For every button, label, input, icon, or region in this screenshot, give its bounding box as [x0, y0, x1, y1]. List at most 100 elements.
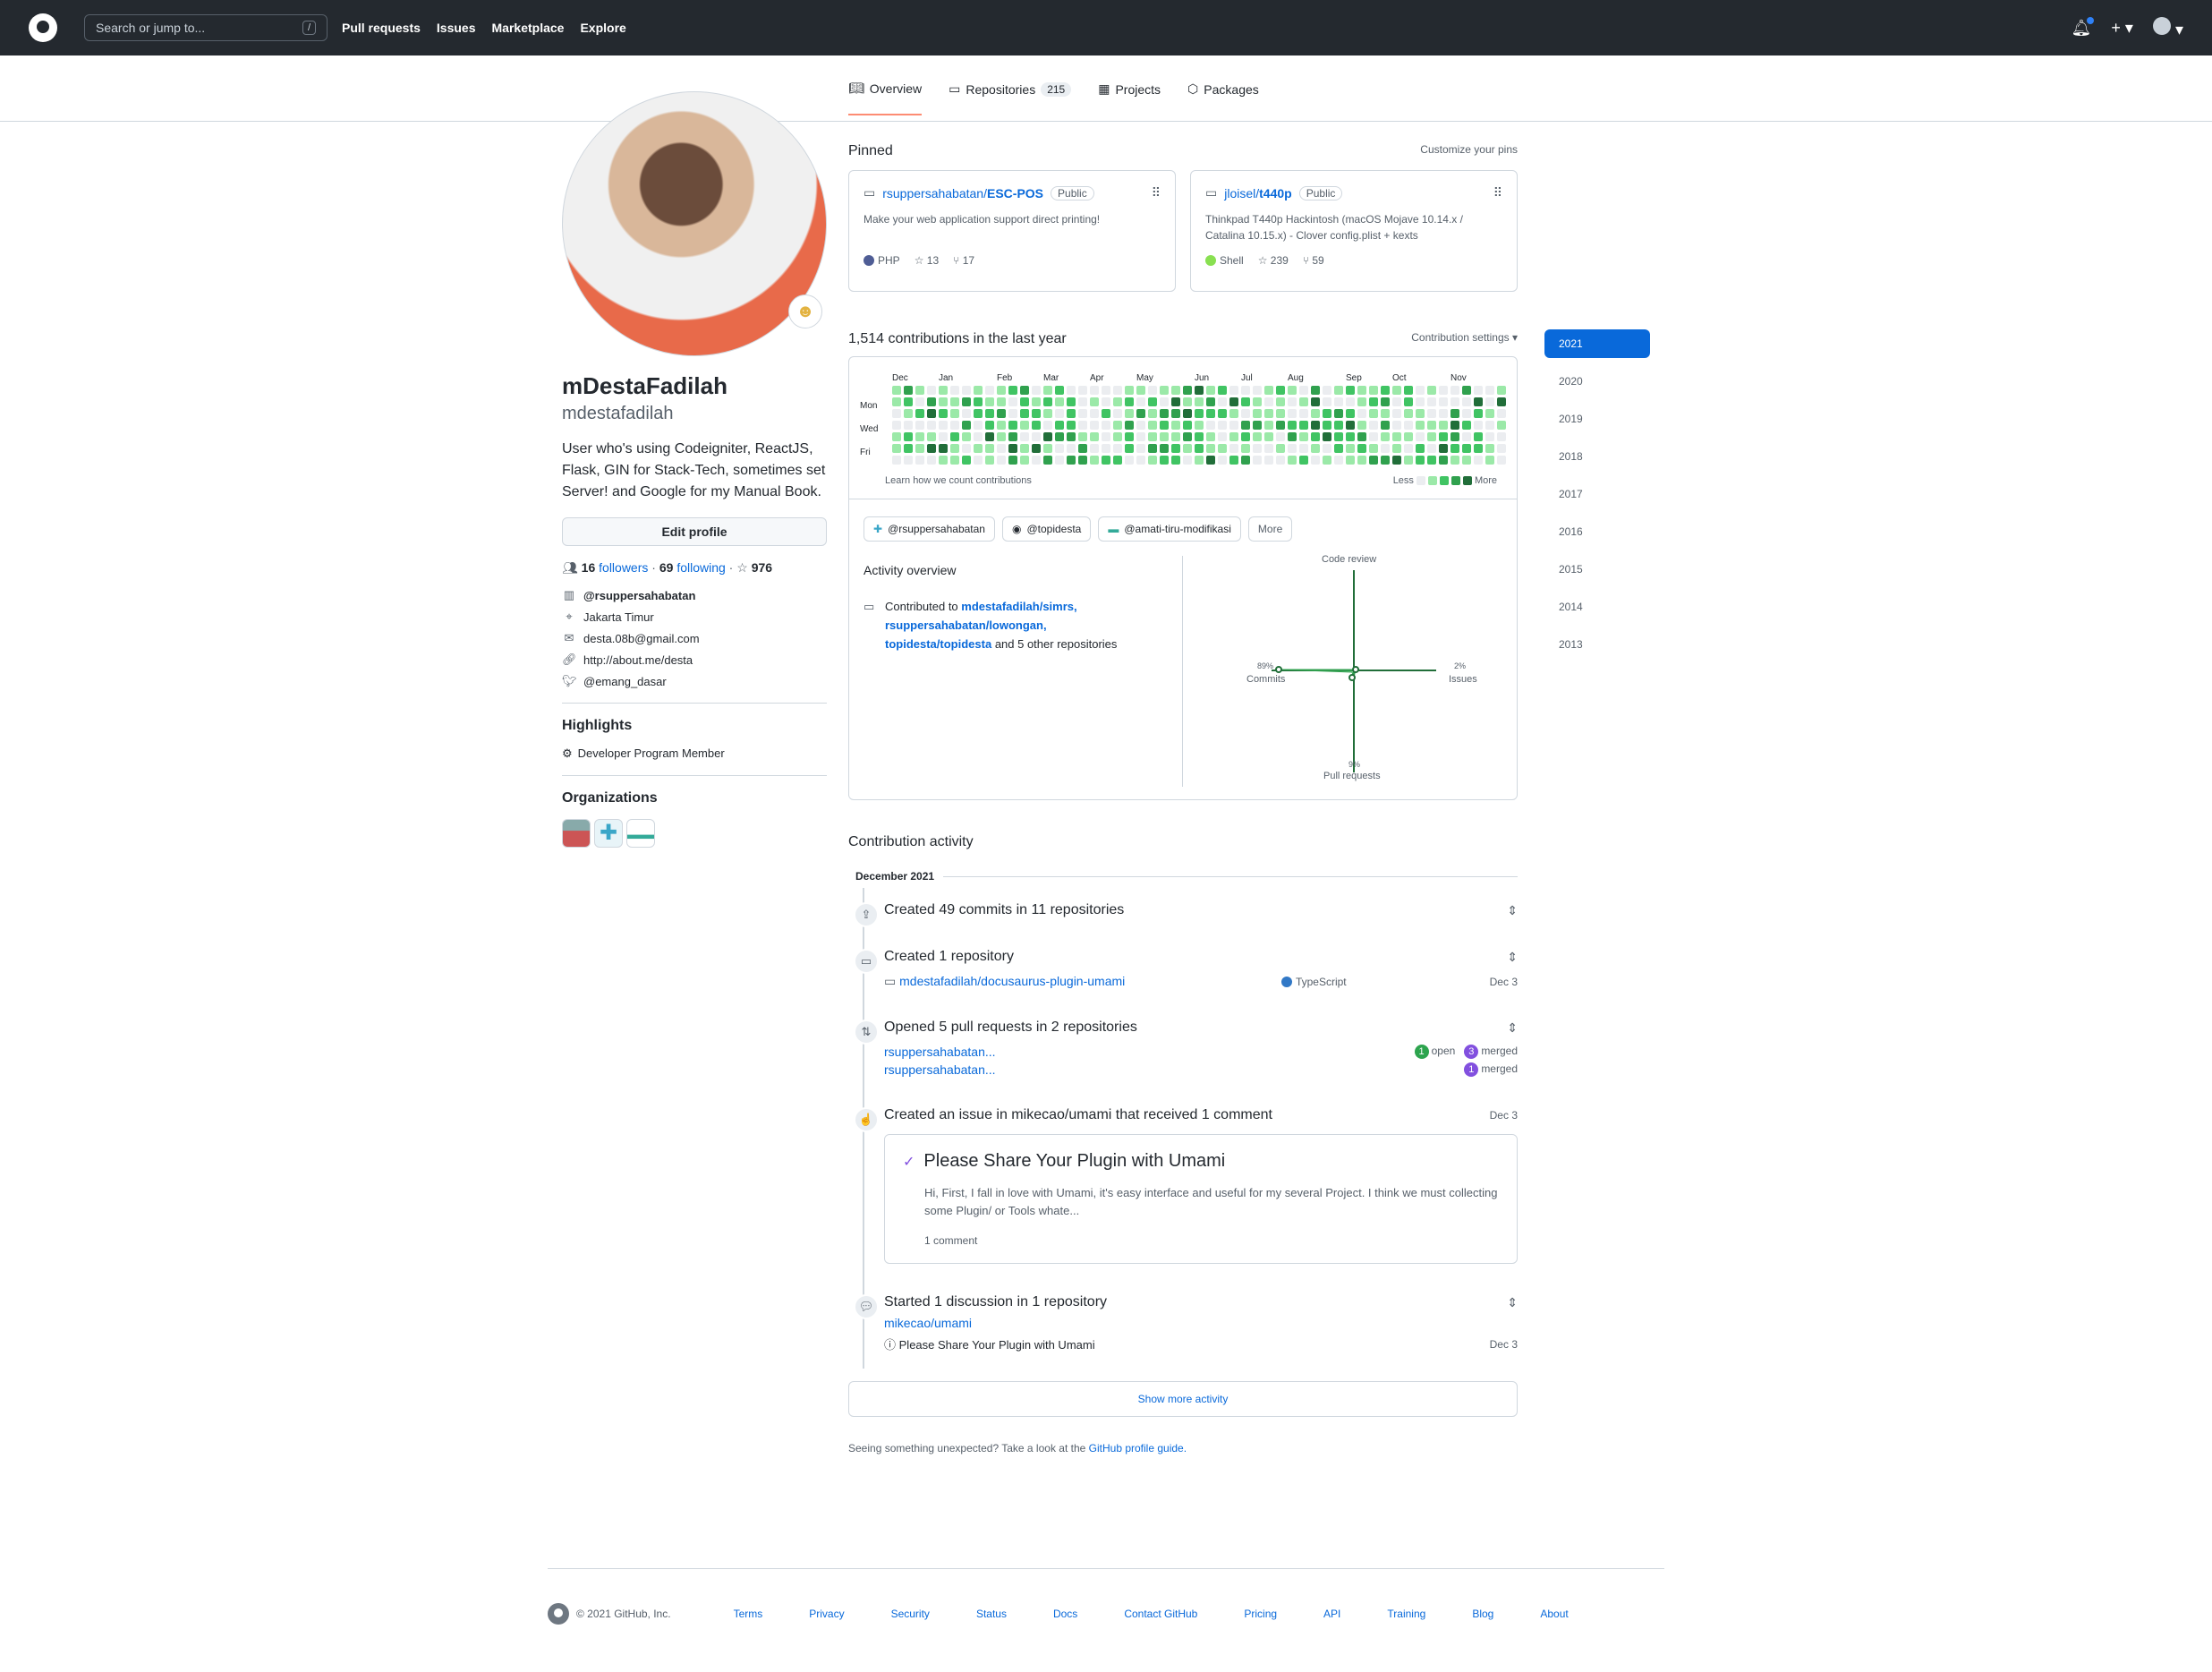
calendar-day[interactable] — [1497, 456, 1506, 465]
calendar-day[interactable] — [1136, 397, 1145, 406]
calendar-day[interactable] — [1206, 444, 1215, 453]
website-link[interactable]: http://about.me/desta — [583, 653, 693, 667]
calendar-day[interactable] — [1369, 432, 1378, 441]
calendar-day[interactable] — [1171, 432, 1180, 441]
calendar-day[interactable] — [1288, 409, 1297, 418]
calendar-day[interactable] — [962, 421, 971, 430]
calendar-day[interactable] — [1346, 397, 1355, 406]
calendar-day[interactable] — [1462, 386, 1471, 395]
calendar-day[interactable] — [1462, 421, 1471, 430]
calendar-day[interactable] — [1020, 397, 1029, 406]
calendar-day[interactable] — [997, 421, 1006, 430]
calendar-day[interactable] — [892, 456, 901, 465]
calendar-day[interactable] — [1299, 386, 1308, 395]
calendar-day[interactable] — [1334, 456, 1343, 465]
org-filter-topidesta[interactable]: ◉ @topidesta — [1001, 516, 1092, 542]
calendar-day[interactable] — [927, 456, 936, 465]
calendar-day[interactable] — [1288, 421, 1297, 430]
tab-overview[interactable]: 📖︎ Overview — [848, 81, 923, 115]
calendar-day[interactable] — [1241, 386, 1250, 395]
calendar-day[interactable] — [1416, 421, 1425, 430]
calendar-day[interactable] — [1288, 456, 1297, 465]
calendar-day[interactable] — [1229, 397, 1238, 406]
plus-icon[interactable]: + ▾ — [2111, 19, 2133, 38]
calendar-day[interactable] — [1020, 432, 1029, 441]
calendar-day[interactable] — [1043, 432, 1052, 441]
calendar-day[interactable] — [1404, 444, 1413, 453]
calendar-day[interactable] — [1020, 456, 1029, 465]
calendar-day[interactable] — [1183, 409, 1192, 418]
calendar-day[interactable] — [1299, 456, 1308, 465]
calendar-day[interactable] — [1416, 444, 1425, 453]
calendar-day[interactable] — [1113, 397, 1122, 406]
calendar-day[interactable] — [1183, 456, 1192, 465]
calendar-day[interactable] — [915, 397, 924, 406]
calendar-day[interactable] — [974, 432, 983, 441]
calendar-day[interactable] — [974, 444, 983, 453]
calendar-day[interactable] — [974, 386, 983, 395]
calendar-day[interactable] — [1032, 386, 1041, 395]
calendar-day[interactable] — [1323, 432, 1331, 441]
calendar-day[interactable] — [1078, 386, 1087, 395]
calendar-day[interactable] — [1381, 456, 1390, 465]
calendar-day[interactable] — [927, 421, 936, 430]
calendar-day[interactable] — [1136, 444, 1145, 453]
highlight-item[interactable]: ⚙ Developer Program Member — [562, 746, 827, 761]
calendar-day[interactable] — [1241, 444, 1250, 453]
calendar-day[interactable] — [1078, 409, 1087, 418]
calendar-day[interactable] — [950, 432, 959, 441]
year-2015[interactable]: 2015 — [1544, 555, 1650, 584]
calendar-day[interactable] — [1311, 456, 1320, 465]
calendar-day[interactable] — [1090, 432, 1099, 441]
nav-issues[interactable]: Issues — [437, 21, 476, 35]
calendar-day[interactable] — [1032, 409, 1041, 418]
calendar-day[interactable] — [915, 409, 924, 418]
calendar-day[interactable] — [1090, 409, 1099, 418]
repo-forks[interactable]: ⑂ 59 — [1303, 254, 1324, 267]
following-link[interactable]: 69 following — [659, 560, 726, 575]
unfold-icon[interactable]: ⇕ — [1507, 903, 1518, 918]
calendar-day[interactable] — [1276, 444, 1285, 453]
calendar-day[interactable] — [1206, 421, 1215, 430]
calendar-day[interactable] — [1369, 456, 1378, 465]
calendar-day[interactable] — [1392, 432, 1401, 441]
repo-stars[interactable]: ☆ 239 — [1258, 254, 1289, 267]
calendar-day[interactable] — [1206, 386, 1215, 395]
calendar-day[interactable] — [1288, 444, 1297, 453]
calendar-day[interactable] — [1276, 456, 1285, 465]
calendar-day[interactable] — [892, 444, 901, 453]
calendar-day[interactable] — [974, 456, 983, 465]
calendar-day[interactable] — [1323, 409, 1331, 418]
calendar-day[interactable] — [1416, 456, 1425, 465]
calendar-day[interactable] — [1264, 432, 1273, 441]
calendar-day[interactable] — [1218, 456, 1227, 465]
year-2013[interactable]: 2013 — [1544, 630, 1650, 659]
calendar-day[interactable] — [1497, 444, 1506, 453]
calendar-day[interactable] — [1253, 456, 1262, 465]
calendar-day[interactable] — [1102, 444, 1110, 453]
calendar-day[interactable] — [985, 432, 994, 441]
bell-icon[interactable]: 🔔︎ — [2072, 16, 2095, 38]
calendar-day[interactable] — [985, 386, 994, 395]
calendar-day[interactable] — [1334, 409, 1343, 418]
calendar-day[interactable] — [939, 397, 948, 406]
calendar-day[interactable] — [1439, 432, 1448, 441]
calendar-day[interactable] — [1113, 421, 1122, 430]
calendar-day[interactable] — [1299, 409, 1308, 418]
calendar-day[interactable] — [1183, 444, 1192, 453]
nav-marketplace[interactable]: Marketplace — [492, 21, 565, 35]
calendar-day[interactable] — [1462, 409, 1471, 418]
calendar-day[interactable] — [974, 421, 983, 430]
calendar-day[interactable] — [985, 456, 994, 465]
stars-count[interactable]: 976 — [752, 560, 772, 575]
calendar-day[interactable] — [1404, 386, 1413, 395]
calendar-day[interactable] — [1067, 456, 1076, 465]
profile-avatar[interactable]: ☻ — [562, 91, 827, 356]
calendar-day[interactable] — [1032, 444, 1041, 453]
calendar-day[interactable] — [1160, 386, 1169, 395]
calendar-day[interactable] — [1439, 409, 1448, 418]
calendar-day[interactable] — [1229, 386, 1238, 395]
calendar-day[interactable] — [904, 421, 913, 430]
calendar-day[interactable] — [1357, 432, 1366, 441]
calendar-day[interactable] — [1136, 432, 1145, 441]
